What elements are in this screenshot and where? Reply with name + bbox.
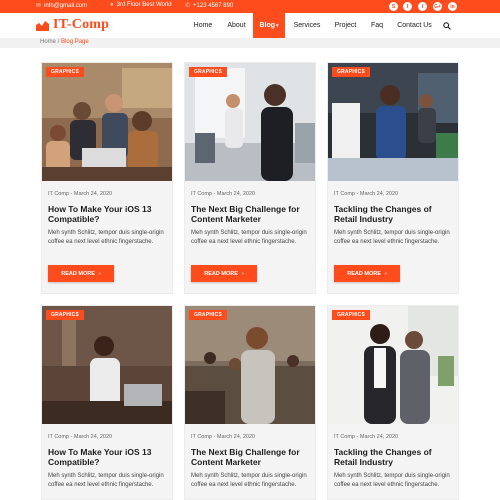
post-image[interactable] xyxy=(185,63,315,181)
post-image[interactable] xyxy=(42,306,172,424)
post-photo xyxy=(185,63,315,181)
post-photo xyxy=(42,306,172,424)
post-image[interactable] xyxy=(185,306,315,424)
nav-home[interactable]: Home xyxy=(186,13,220,38)
phone-text: +123 4567 890 xyxy=(193,2,234,9)
blog-card: GRAPHICS IT Comp - March 24, 2020 How To… xyxy=(41,305,173,500)
category-tag[interactable]: GRAPHICS xyxy=(46,310,84,320)
read-more-label: READ MORE xyxy=(61,270,95,277)
read-more-label: READ MORE xyxy=(204,270,238,277)
post-excerpt: Meh synth Schlitz, tempor duis single-or… xyxy=(191,230,307,245)
post-title[interactable]: The Next Big Challenge for Content Marke… xyxy=(191,204,313,224)
category-tag[interactable]: GRAPHICS xyxy=(189,310,227,320)
post-meta: IT Comp - March 24, 2020 xyxy=(191,191,256,197)
nav-blog[interactable]: Blog ▾ xyxy=(253,13,285,38)
post-excerpt: Meh synth Schlitz, tempor duis single-or… xyxy=(48,473,164,488)
read-more-button[interactable]: READ MORE › xyxy=(191,265,257,282)
blog-card: GRAPHICS IT Comp - March 24, 2020 The Ne… xyxy=(184,305,316,500)
nav-faq[interactable]: Faq xyxy=(363,13,391,38)
chevron-right-icon: › xyxy=(98,270,101,277)
address-text: 3rd Floor Best World xyxy=(116,2,172,8)
logo-text: IT-Comp xyxy=(53,17,110,32)
address-contact: ● 3rd Floor Best World xyxy=(110,2,172,8)
post-excerpt: Meh synth Schlitz, tempor duis single-or… xyxy=(334,230,450,245)
read-more-button[interactable]: READ MORE › xyxy=(48,265,114,282)
post-excerpt: Meh synth Schlitz, tempor duis single-or… xyxy=(48,230,164,245)
google-plus-icon[interactable]: G+ xyxy=(433,2,442,11)
facebook-icon[interactable]: f xyxy=(403,2,412,11)
email-contact[interactable]: ✉ info@gmail.com xyxy=(36,2,88,10)
search-icon[interactable] xyxy=(439,13,455,38)
map-marker-icon: ● xyxy=(110,2,114,8)
breadcrumb-bar: Home / Blog Page xyxy=(0,38,500,48)
post-image[interactable] xyxy=(328,306,458,424)
post-meta: IT Comp - March 24, 2020 xyxy=(48,191,113,197)
blog-card: GRAPHICS IT Comp - March 24, 2020 How To… xyxy=(41,62,173,294)
email-text: info@gmail.com xyxy=(44,2,88,9)
post-meta: IT Comp - March 24, 2020 xyxy=(191,434,256,440)
blog-card: GRAPHICS IT Comp - March 24, 2020 The Ne… xyxy=(184,62,316,294)
post-title[interactable]: Tackling the Changes of Retail Industry xyxy=(334,447,456,467)
blog-card: GRAPHICS IT Comp - March 24, 2020 Tackli… xyxy=(327,305,459,500)
post-image[interactable] xyxy=(328,63,458,181)
read-more-label: READ MORE xyxy=(347,270,381,277)
post-photo xyxy=(328,306,458,424)
post-meta: IT Comp - March 24, 2020 xyxy=(334,434,399,440)
twitter-icon[interactable]: t xyxy=(418,2,427,11)
post-photo xyxy=(328,63,458,181)
top-info-bar: ✉ info@gmail.com ● 3rd Floor Best World … xyxy=(0,0,500,13)
category-tag[interactable]: GRAPHICS xyxy=(332,310,370,320)
skype-icon[interactable]: S xyxy=(389,2,398,11)
linkedin-icon[interactable]: in xyxy=(448,2,457,11)
breadcrumb-current: Blog Page xyxy=(61,39,89,45)
category-tag[interactable]: GRAPHICS xyxy=(46,67,84,77)
nav-blog-label: Blog xyxy=(259,22,276,29)
post-photo xyxy=(185,306,315,424)
breadcrumb-home[interactable]: Home xyxy=(40,39,56,45)
logo-chart-icon xyxy=(36,20,49,31)
post-title[interactable]: Tackling the Changes of Retail Industry xyxy=(334,204,456,224)
chevron-right-icon: › xyxy=(384,270,387,277)
blog-card: GRAPHICS IT Comp - March 24, 2020 Tackli… xyxy=(327,62,459,294)
post-meta: IT Comp - March 24, 2020 xyxy=(48,434,113,440)
breadcrumb: Home / Blog Page xyxy=(40,39,89,45)
read-more-button[interactable]: READ MORE › xyxy=(334,265,400,282)
chevron-down-icon: ▾ xyxy=(276,22,279,29)
post-meta: IT Comp - March 24, 2020 xyxy=(334,191,399,197)
category-tag[interactable]: GRAPHICS xyxy=(332,67,370,77)
post-excerpt: Meh synth Schlitz, tempor duis single-or… xyxy=(191,473,307,488)
category-tag[interactable]: GRAPHICS xyxy=(189,67,227,77)
post-title[interactable]: How To Make Your iOS 13 Compatible? xyxy=(48,204,170,224)
phone-icon: ✆ xyxy=(185,3,191,9)
nav-contact-us[interactable]: Contact Us xyxy=(392,13,437,38)
nav-about[interactable]: About xyxy=(220,13,253,38)
phone-contact[interactable]: ✆ +123 4567 890 xyxy=(185,2,234,10)
post-image[interactable] xyxy=(42,63,172,181)
breadcrumb-separator: / xyxy=(57,39,60,45)
post-title[interactable]: How To Make Your iOS 13 Compatible? xyxy=(48,447,170,467)
post-photo xyxy=(42,63,172,181)
envelope-icon: ✉ xyxy=(36,3,42,9)
chevron-right-icon: › xyxy=(241,270,244,277)
post-title[interactable]: The Next Big Challenge for Content Marke… xyxy=(191,447,313,467)
search-glyph xyxy=(443,21,451,30)
post-excerpt: Meh synth Schlitz, tempor duis single-or… xyxy=(334,473,450,488)
site-logo[interactable]: IT-Comp xyxy=(36,17,109,33)
nav-project[interactable]: Project xyxy=(328,13,363,38)
nav-services[interactable]: Services xyxy=(288,13,326,38)
site-header: IT-Comp Home About Blog ▾ Services Projec… xyxy=(0,13,500,38)
